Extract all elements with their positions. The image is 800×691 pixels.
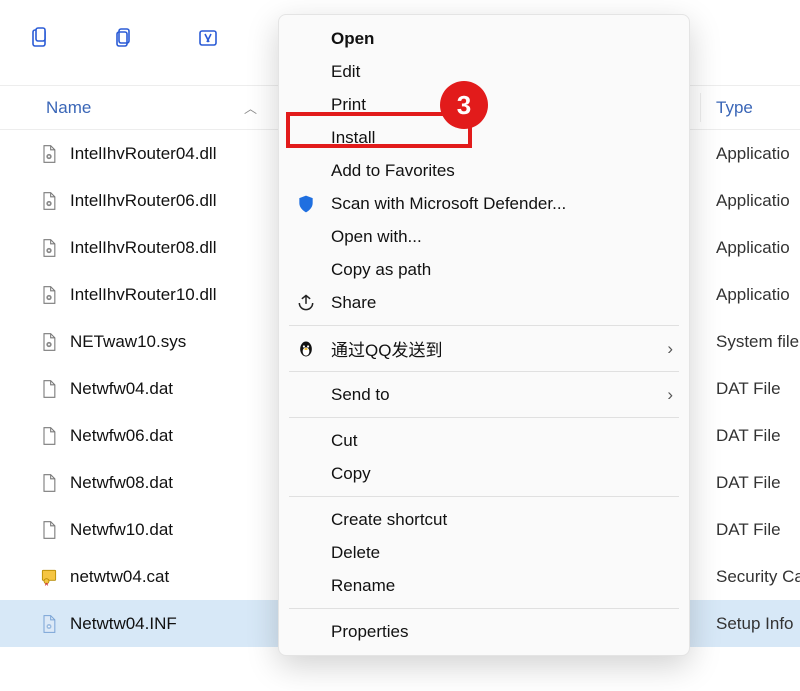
dat-file-icon [38,378,60,400]
file-name: IntelIhvRouter06.dll [70,191,216,211]
ctx-label: Copy [331,464,371,484]
file-type: Security Ca [716,567,800,587]
dat-file-icon [38,425,60,447]
file-type: DAT File [716,379,781,399]
toolbar-btn-rename-icon[interactable] [188,18,228,58]
file-name: Netwfw08.dat [70,473,173,493]
ctx-label: Edit [331,62,360,82]
ctx-label: Open [331,29,374,49]
chevron-right-icon: › [667,385,673,405]
file-type: Applicatio [716,144,790,164]
ctx-label: Install [331,128,375,148]
share-icon [295,292,317,314]
ctx-copy-as-path[interactable]: Copy as path [279,253,689,286]
ctx-label: Print [331,95,366,115]
file-name: Netwtw04.INF [70,614,177,634]
ctx-share[interactable]: Share [279,286,689,319]
ctx-label: Cut [331,431,357,451]
column-header-name[interactable]: Name [0,98,91,118]
ctx-edit[interactable]: Edit [279,55,689,88]
ctx-send-to[interactable]: Send to › [279,378,689,411]
toolbar-btn-copy-icon[interactable] [104,18,144,58]
qq-penguin-icon [295,338,317,360]
file-name: Netwfw04.dat [70,379,173,399]
file-name: IntelIhvRouter04.dll [70,144,216,164]
ctx-delete[interactable]: Delete [279,536,689,569]
toolbar-btn-cut-icon[interactable] [20,18,60,58]
dat-file-icon [38,519,60,541]
ctx-separator [289,371,679,372]
ctx-label: Create shortcut [331,510,447,530]
column-divider [700,93,701,122]
ctx-cut[interactable]: Cut [279,424,689,457]
file-type: Applicatio [716,238,790,258]
file-type: Applicatio [716,285,790,305]
context-menu: Open Edit Print Install Add to Favorites… [278,14,690,656]
ctx-separator [289,417,679,418]
file-type: DAT File [716,473,781,493]
ctx-separator [289,608,679,609]
ctx-label: Add to Favorites [331,161,455,181]
ctx-defender-scan[interactable]: Scan with Microsoft Defender... [279,187,689,220]
file-name: netwtw04.cat [70,567,169,587]
column-header-type[interactable]: Type [716,98,753,118]
ctx-label: Send to [331,385,390,405]
ctx-label: Copy as path [331,260,431,280]
dll-file-icon [38,190,60,212]
file-name: Netwfw06.dat [70,426,173,446]
ctx-label: Share [331,293,376,313]
ctx-open[interactable]: Open [279,22,689,55]
ctx-add-favorites[interactable]: Add to Favorites [279,154,689,187]
ctx-copy[interactable]: Copy [279,457,689,490]
dll-file-icon [38,143,60,165]
ctx-label: Rename [331,576,395,596]
file-name: Netwfw10.dat [70,520,173,540]
ctx-rename[interactable]: Rename [279,569,689,602]
file-type: Applicatio [716,191,790,211]
file-name: IntelIhvRouter10.dll [70,285,216,305]
ctx-print[interactable]: Print [279,88,689,121]
ctx-open-with[interactable]: Open with... [279,220,689,253]
ctx-qq-send[interactable]: 通过QQ发送到 › [279,332,689,365]
ctx-label: Scan with Microsoft Defender... [331,194,566,214]
file-type: DAT File [716,520,781,540]
ctx-label: Delete [331,543,380,563]
ctx-separator [289,325,679,326]
file-type: DAT File [716,426,781,446]
dll-file-icon [38,237,60,259]
ctx-separator [289,496,679,497]
file-type: Setup Info [716,614,794,634]
ctx-create-shortcut[interactable]: Create shortcut [279,503,689,536]
file-type: System file [716,332,799,352]
sort-ascending-icon: ︿ [244,98,257,117]
inf-file-icon [38,613,60,635]
sys-file-icon [38,331,60,353]
file-name: IntelIhvRouter08.dll [70,238,216,258]
cat-file-icon [38,566,60,588]
ctx-label: Properties [331,622,408,642]
ctx-label: Open with... [331,227,422,247]
chevron-right-icon: › [667,339,673,359]
ctx-install[interactable]: Install [279,121,689,154]
dat-file-icon [38,472,60,494]
dll-file-icon [38,284,60,306]
ctx-properties[interactable]: Properties [279,615,689,648]
file-name: NETwaw10.sys [70,332,186,352]
shield-icon [295,193,317,215]
ctx-label: 通过QQ发送到 [331,336,442,361]
